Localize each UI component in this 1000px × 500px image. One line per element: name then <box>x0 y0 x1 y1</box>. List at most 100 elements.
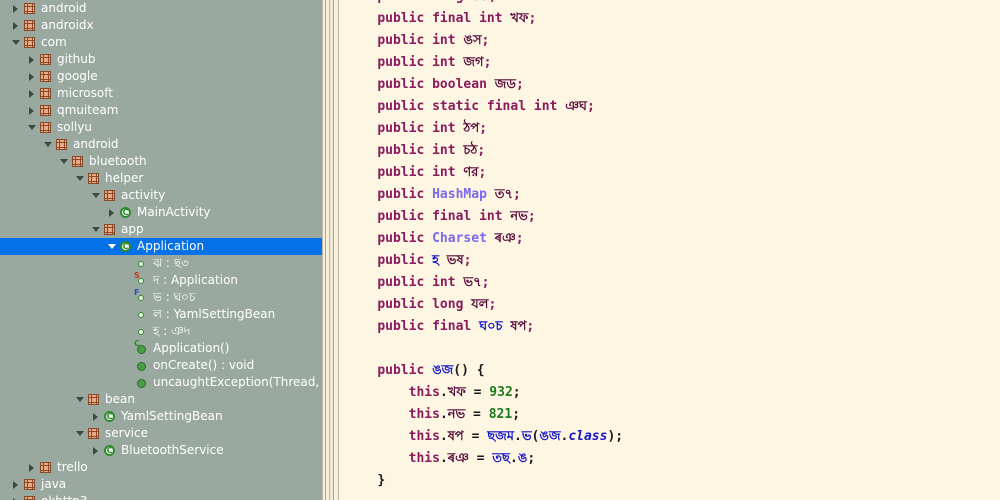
chevron-right-icon[interactable] <box>90 442 103 459</box>
chevron-right-icon[interactable] <box>26 102 39 119</box>
tree-row[interactable]: trello <box>0 459 322 476</box>
modifier-badge-s-icon: S <box>134 272 140 280</box>
code-token: final <box>432 319 472 334</box>
code-editor-pane[interactable]: public long ক১; public final int খফ; pub… <box>346 0 1000 500</box>
tree-item-label: sollyu <box>57 120 92 134</box>
tree-item-label: ল : YamlSettingBean <box>153 307 276 321</box>
chevron-down-icon[interactable] <box>106 238 119 255</box>
code-token: যল <box>471 297 489 312</box>
tree-item-label: Application() <box>153 341 230 355</box>
code-token: ; <box>526 319 535 334</box>
tree-row[interactable]: microsoft <box>0 85 322 102</box>
tree-row[interactable]: S দ : Application <box>0 272 322 289</box>
code-token: int <box>479 209 503 224</box>
tree-row[interactable]: YamlSettingBean <box>0 408 322 425</box>
code-token: this <box>408 429 440 444</box>
method-icon <box>135 374 150 391</box>
tree-row[interactable]: Application <box>0 238 322 255</box>
code-token: নভ <box>447 407 466 422</box>
code-token: public <box>377 275 425 290</box>
chevron-down-icon[interactable] <box>26 119 39 136</box>
code-line: public int ঙস; <box>346 30 1000 52</box>
code-token: ণর <box>463 165 479 180</box>
chevron-right-icon[interactable] <box>90 408 103 425</box>
tree-row[interactable]: BluetoothService <box>0 442 322 459</box>
package-icon <box>71 153 86 170</box>
tree-row[interactable]: github <box>0 51 322 68</box>
modifier-badge-f-icon: F <box>134 289 140 297</box>
chevron-right-icon[interactable] <box>26 459 39 476</box>
tree-row[interactable]: ল : YamlSettingBean <box>0 306 322 323</box>
tree-row[interactable]: onCreate() : void <box>0 357 322 374</box>
code-token: this <box>408 451 440 466</box>
field-icon <box>135 255 150 272</box>
chevron-right-icon[interactable] <box>10 0 23 17</box>
chevron-right-icon[interactable] <box>26 51 39 68</box>
code-token: this <box>408 407 440 422</box>
tree-row[interactable]: java <box>0 476 322 493</box>
code-token: ঙজ <box>539 429 561 444</box>
chevron-right-icon[interactable] <box>26 85 39 102</box>
chevron-right-icon[interactable] <box>10 17 23 34</box>
code-token: জড <box>494 77 516 92</box>
code-token: final <box>432 209 472 224</box>
chevron-down-icon[interactable] <box>10 34 23 51</box>
code-token: ; <box>488 297 497 312</box>
tree-row[interactable]: android <box>0 136 322 153</box>
tree-row[interactable]: bean <box>0 391 322 408</box>
chevron-down-icon[interactable] <box>90 187 103 204</box>
chevron-right-icon[interactable] <box>10 476 23 493</box>
code-token: ঘ০চ <box>479 319 503 334</box>
code-token: public <box>377 33 425 48</box>
tree-item-label: uncaughtException(Thread, Thro <box>153 375 322 389</box>
tree-row[interactable]: MainActivity <box>0 204 322 221</box>
tree-item-label: app <box>121 222 144 236</box>
package-icon <box>23 34 38 51</box>
editor-splitter[interactable] <box>322 0 346 500</box>
chevron-right-icon[interactable] <box>106 204 119 221</box>
chevron-right-icon[interactable] <box>10 493 23 500</box>
chevron-down-icon[interactable] <box>74 425 87 442</box>
code-token: ; <box>515 231 524 246</box>
tree-row[interactable]: C Application() <box>0 340 322 357</box>
project-tree-pane[interactable]: android androidx com github google microsoft q… <box>0 0 322 500</box>
chevron-right-icon[interactable] <box>26 68 39 85</box>
tree-row[interactable]: হ : ঞ৸ <box>0 323 322 340</box>
tree-item-label: android <box>73 137 119 151</box>
tree-row[interactable]: android <box>0 0 322 17</box>
chevron-down-icon[interactable] <box>74 391 87 408</box>
class-icon <box>103 442 118 459</box>
tree-row[interactable]: androidx <box>0 17 322 34</box>
code-line: } <box>346 470 1000 492</box>
code-token: final <box>432 11 472 26</box>
tree-row[interactable]: F ভ : ঘ০চ <box>0 289 322 306</box>
tree-row[interactable]: helper <box>0 170 322 187</box>
tree-row[interactable]: sollyu <box>0 119 322 136</box>
code-text[interactable]: public long ক১; public final int খফ; pub… <box>346 0 1000 492</box>
tree-row[interactable]: ঝ : ছ৩ <box>0 255 322 272</box>
tree-row[interactable]: google <box>0 68 322 85</box>
tree-row[interactable]: uncaughtException(Thread, Thro <box>0 374 322 391</box>
tree-row[interactable]: bluetooth <box>0 153 322 170</box>
code-line: public final int নভ; <box>346 206 1000 228</box>
chevron-down-icon[interactable] <box>74 170 87 187</box>
code-token: ঠপ <box>463 121 480 136</box>
code-token: তছ <box>492 451 510 466</box>
code-token: ; <box>478 165 487 180</box>
tree-row[interactable]: service <box>0 425 322 442</box>
tree-row[interactable]: activity <box>0 187 322 204</box>
tree-row[interactable]: app <box>0 221 322 238</box>
modifier-badge-c-icon: C <box>134 340 140 348</box>
code-token: ছজম <box>487 429 514 444</box>
tree-row[interactable]: okhttp3 <box>0 493 322 500</box>
code-token: final <box>486 99 527 114</box>
chevron-down-icon[interactable] <box>58 153 71 170</box>
chevron-down-icon[interactable] <box>90 221 103 238</box>
tree-row[interactable]: qmuiteam <box>0 102 322 119</box>
chevron-down-icon[interactable] <box>42 136 55 153</box>
tree-row[interactable]: com <box>0 34 322 51</box>
